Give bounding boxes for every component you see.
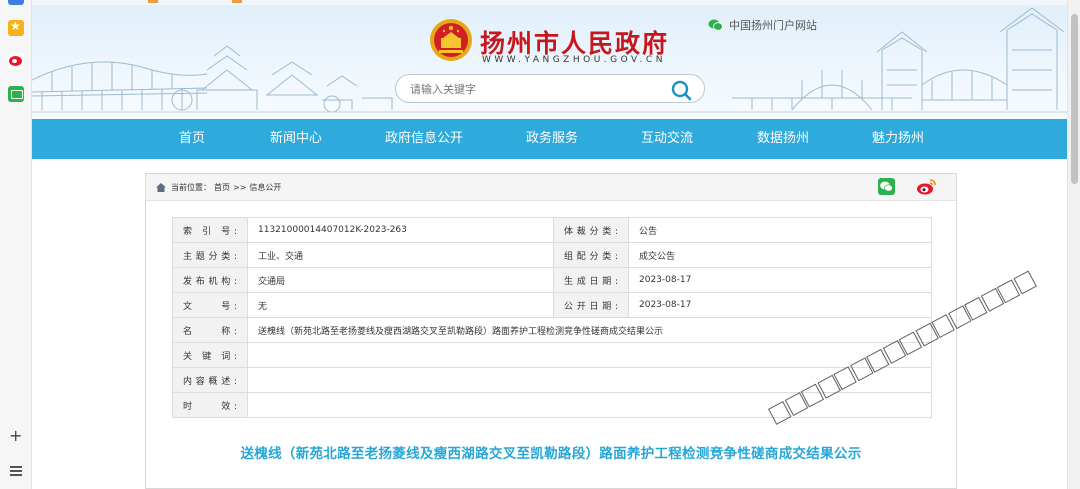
scrollbar-thumb[interactable] (1071, 14, 1078, 184)
site-header: 扬州市人民政府 WWW.YANGZHOU.GOV.CN 中国扬州门户网站 (32, 0, 1067, 119)
meta-value: 11321000014407012K-2023-263 (247, 217, 554, 243)
article-title: 送槐线（新苑北路至老扬菱线及瘦西湖路交叉至凯勒路段）路面养护工程检测竞争性磋商成… (240, 446, 862, 462)
breadcrumb-home[interactable]: 首页 (214, 183, 230, 192)
meta-value (247, 342, 932, 368)
meta-value: 无 (247, 292, 554, 318)
share-weibo-icon[interactable] (916, 178, 936, 195)
meta-label: 组配分类: (553, 242, 629, 268)
meta-label: 主题分类: (172, 242, 248, 268)
wechat-icon (708, 19, 723, 31)
meta-value: 公告 (628, 217, 932, 243)
nav-item-data[interactable]: 数据扬州 (757, 119, 809, 159)
meta-label: 关 键 词: (172, 342, 248, 368)
meta-value: 工业、交通 (247, 242, 554, 268)
table-row: 文 号: 无 公开日期: 2023-08-17 (172, 292, 932, 318)
nav-item-home[interactable]: 首页 (179, 119, 205, 159)
content-panel: 当前位置： 首页 >> 信息公开 索 引 号: 11321000014407012K-… (145, 173, 957, 489)
meta-label: 发布机构: (172, 267, 248, 293)
national-emblem-icon (430, 19, 472, 61)
meta-label: 内容概述: (172, 367, 248, 393)
table-row: 发布机构: 交通局 生成日期: 2023-08-17 (172, 267, 932, 293)
nav-item-charm[interactable]: 魅力扬州 (872, 119, 924, 159)
meta-label: 公开日期: (553, 292, 629, 318)
main-nav: 首页 新闻中心 政府信息公开 政务服务 互动交流 数据扬州 魅力扬州 (32, 119, 1067, 159)
menu-icon[interactable] (10, 466, 22, 476)
meta-label: 文 号: (172, 292, 248, 318)
add-icon[interactable]: + (9, 428, 22, 444)
portal-link-text: 中国扬州门户网站 (729, 19, 817, 32)
search-box (395, 74, 705, 103)
meta-label: 索 引 号: (172, 217, 248, 243)
nav-item-services[interactable]: 政务服务 (526, 119, 578, 159)
home-icon (156, 183, 166, 192)
meta-label: 时 效: (172, 392, 248, 418)
meta-value: 成交公告 (628, 242, 932, 268)
table-row: 主题分类: 工业、交通 组配分类: 成交公告 (172, 242, 932, 268)
search-input[interactable] (410, 81, 650, 97)
weibo-icon[interactable] (8, 53, 24, 69)
nav-item-news[interactable]: 新闻中心 (270, 119, 322, 159)
breadcrumb-text: 当前位置： 首页 >> 信息公开 (171, 182, 284, 193)
breadcrumb: 当前位置： 首页 >> 信息公开 (146, 174, 956, 201)
browser-sidebar: + (0, 0, 32, 489)
table-row: 索 引 号: 11321000014407012K-2023-263 体裁分类:… (172, 217, 932, 243)
breadcrumb-separator: >> (233, 183, 247, 192)
meta-value: 送槐线（新苑北路至老扬菱线及瘦西湖路交叉至凯勒路段）路面养护工程检测竞争性磋商成… (247, 317, 932, 343)
favorites-star-icon[interactable] (8, 19, 24, 36)
mail-icon[interactable] (8, 86, 24, 102)
site-url: WWW.YANGZHOU.GOV.CN (482, 55, 666, 65)
search-icon[interactable] (670, 79, 692, 101)
breadcrumb-current[interactable]: 信息公开 (249, 183, 281, 192)
nav-item-gov-info[interactable]: 政府信息公开 (385, 119, 463, 159)
nav-item-interaction[interactable]: 互动交流 (641, 119, 693, 159)
meta-value: 2023-08-17 (628, 267, 932, 293)
page-scrollbar[interactable] (1067, 0, 1080, 489)
table-row: 名 称: 送槐线（新苑北路至老扬菱线及瘦西湖路交叉至凯勒路段）路面养护工程检测竞… (172, 317, 932, 343)
meta-value: 2023-08-17 (628, 292, 932, 318)
meta-label: 生成日期: (553, 267, 629, 293)
table-row: 关 键 词: (172, 342, 932, 368)
meta-label: 体裁分类: (553, 217, 629, 243)
sidebar-app-icon[interactable] (8, 0, 24, 5)
share-wechat-icon[interactable] (878, 178, 895, 195)
meta-label: 名 称: (172, 317, 248, 343)
portal-link[interactable]: 中国扬州门户网站 (708, 17, 817, 33)
meta-value: 交通局 (247, 267, 554, 293)
breadcrumb-prefix: 当前位置： (171, 183, 211, 192)
